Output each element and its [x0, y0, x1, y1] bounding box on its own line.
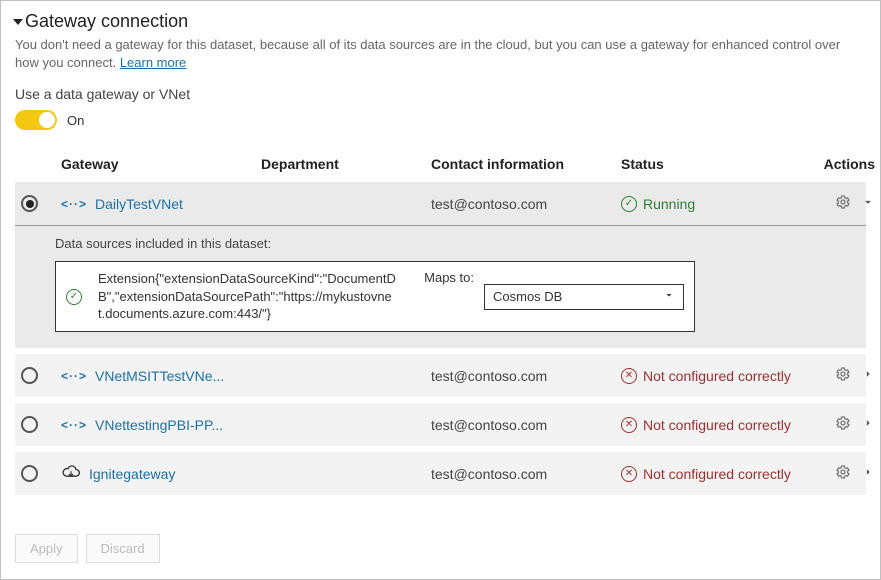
dropdown-value: Cosmos DB	[493, 289, 562, 304]
status-text: Not configured correctly	[643, 466, 791, 482]
x-circle-icon: ✕	[621, 417, 637, 433]
status-text: Not configured correctly	[643, 417, 791, 433]
datasource-text: Extension{"extensionDataSourceKind":"Doc…	[98, 270, 396, 323]
gateway-status: ✕ Not configured correctly	[621, 368, 821, 384]
apply-button[interactable]: Apply	[15, 534, 78, 563]
gateway-name-link[interactable]: VNettestingPBI-PP...	[95, 417, 223, 433]
datasources-title: Data sources included in this dataset:	[55, 236, 866, 251]
x-circle-icon: ✕	[621, 466, 637, 482]
button-row: Apply Discard	[15, 534, 160, 563]
gear-icon[interactable]	[835, 366, 851, 385]
toggle-state-text: On	[67, 113, 84, 128]
x-circle-icon: ✕	[621, 368, 637, 384]
gateway-expand-panel: Data sources included in this dataset: ✓…	[15, 225, 866, 348]
status-text: Running	[643, 196, 695, 212]
gateway-table-header: Gateway Department Contact information S…	[15, 142, 866, 182]
gateway-name-link[interactable]: VNetMSITTestVNe...	[95, 368, 224, 384]
col-department: Department	[261, 156, 431, 172]
status-text: Not configured correctly	[643, 368, 791, 384]
gear-icon[interactable]	[835, 415, 851, 434]
discard-button[interactable]: Discard	[86, 534, 160, 563]
gateway-radio[interactable]	[21, 465, 38, 482]
col-gateway: Gateway	[61, 156, 261, 172]
maps-to-label: Maps to:	[400, 270, 480, 285]
col-contact: Contact information	[431, 156, 621, 172]
vnet-icon: <··>	[61, 197, 87, 211]
check-circle-icon: ✓	[621, 196, 637, 212]
section-title: Gateway connection	[25, 11, 188, 32]
vnet-icon: <··>	[61, 369, 87, 383]
gateway-contact: test@contoso.com	[431, 368, 621, 384]
gateway-block: Ignitegateway test@contoso.com ✕ Not con…	[15, 452, 866, 495]
gateway-block: <··> VNetMSITTestVNe... test@contoso.com…	[15, 354, 866, 397]
maps-to-dropdown[interactable]: Cosmos DB	[484, 284, 684, 310]
gear-icon[interactable]	[835, 194, 851, 213]
cloud-gateway-icon	[61, 464, 81, 483]
learn-more-link[interactable]: Learn more	[120, 55, 186, 70]
chevron-right-icon[interactable]	[861, 416, 875, 433]
check-circle-icon: ✓	[66, 289, 82, 305]
gateway-toggle[interactable]	[15, 110, 57, 130]
gateway-block: <··> VNettestingPBI-PP... test@contoso.c…	[15, 403, 866, 446]
section-description: You don't need a gateway for this datase…	[15, 36, 866, 72]
chevron-right-icon[interactable]	[861, 465, 875, 482]
gateway-connection-panel: Gateway connection You don't need a gate…	[0, 0, 881, 580]
vnet-icon: <··>	[61, 418, 87, 432]
chevron-right-icon[interactable]	[861, 367, 875, 384]
gateway-name-link[interactable]: Ignitegateway	[89, 466, 175, 482]
collapse-caret-icon[interactable]	[13, 19, 23, 25]
gateway-row: <··> VNetMSITTestVNe... test@contoso.com…	[15, 354, 866, 397]
gateway-contact: test@contoso.com	[431, 196, 621, 212]
col-status: Status	[621, 156, 821, 172]
gateway-block: <··> DailyTestVNet test@contoso.com ✓ Ru…	[15, 182, 866, 348]
gateway-status: ✕ Not configured correctly	[621, 417, 821, 433]
toggle-label: Use a data gateway or VNet	[15, 86, 866, 102]
gateway-contact: test@contoso.com	[431, 466, 621, 482]
gateway-radio[interactable]	[21, 367, 38, 384]
gateway-contact: test@contoso.com	[431, 417, 621, 433]
chevron-down-icon	[663, 289, 675, 304]
gateway-radio[interactable]	[21, 195, 38, 212]
gateway-row: Ignitegateway test@contoso.com ✕ Not con…	[15, 452, 866, 495]
gateway-row: <··> VNettestingPBI-PP... test@contoso.c…	[15, 403, 866, 446]
gateway-name-link[interactable]: DailyTestVNet	[95, 196, 183, 212]
section-header: Gateway connection	[15, 11, 866, 32]
gear-icon[interactable]	[835, 464, 851, 483]
col-actions: Actions	[821, 156, 881, 172]
gateway-status: ✕ Not configured correctly	[621, 466, 821, 482]
chevron-down-icon[interactable]	[861, 195, 875, 212]
gateway-status: ✓ Running	[621, 196, 821, 212]
gateway-row: <··> DailyTestVNet test@contoso.com ✓ Ru…	[15, 182, 866, 225]
gateway-radio[interactable]	[21, 416, 38, 433]
datasource-box: ✓ Extension{"extensionDataSourceKind":"D…	[55, 261, 695, 332]
